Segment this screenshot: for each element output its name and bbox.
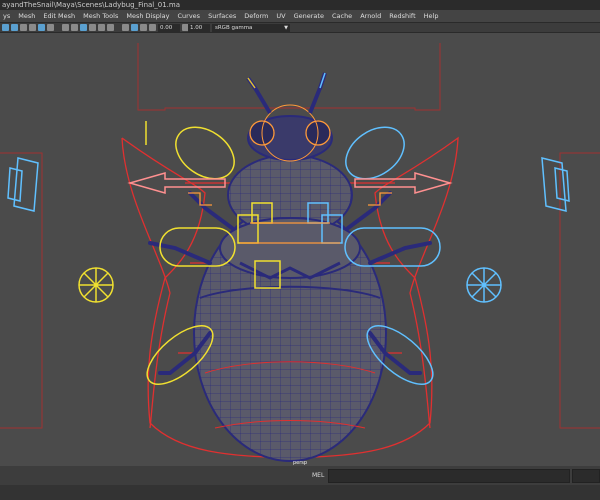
chevron-down-icon: ▼ bbox=[284, 25, 288, 31]
menu-item-edit-mesh[interactable]: Edit Mesh bbox=[40, 10, 80, 22]
menu-item-cache[interactable]: Cache bbox=[329, 10, 357, 22]
exposure-field[interactable]: 0.00 bbox=[158, 24, 180, 32]
camera-attributes-icon[interactable] bbox=[11, 24, 18, 31]
film-gate-icon[interactable] bbox=[47, 24, 54, 31]
viewport-toolbar: 0.00 1.00 sRGB gamma ▼ bbox=[0, 22, 600, 33]
mel-command-input[interactable] bbox=[328, 469, 570, 483]
smooth-shade-icon[interactable] bbox=[71, 24, 78, 31]
menu-item-redshift[interactable]: Redshift bbox=[386, 10, 420, 22]
xray-icon[interactable] bbox=[122, 24, 129, 31]
wireframe-icon[interactable] bbox=[62, 24, 69, 31]
menu-item-mesh-tools[interactable]: Mesh Tools bbox=[80, 10, 123, 22]
viewport-scene bbox=[0, 43, 600, 462]
menu-item-uv[interactable]: UV bbox=[273, 10, 290, 22]
window-title: ayandTheSnail\Maya\Scenes\Ladybug_Final_… bbox=[0, 0, 600, 10]
grid-icon[interactable] bbox=[38, 24, 45, 31]
menu-item-mesh-display[interactable]: Mesh Display bbox=[123, 10, 174, 22]
bookmark-icon[interactable] bbox=[20, 24, 27, 31]
shadows-icon[interactable] bbox=[107, 24, 114, 31]
menu-item-help[interactable]: Help bbox=[421, 10, 444, 22]
menu-item-arnold[interactable]: Arnold bbox=[357, 10, 386, 22]
isolate-select-icon[interactable] bbox=[140, 24, 147, 31]
menu-item-mesh[interactable]: Mesh bbox=[15, 10, 40, 22]
menu-item-curves[interactable]: Curves bbox=[174, 10, 205, 22]
head-mesh bbox=[246, 72, 333, 162]
menu-item-rigging[interactable]: ys bbox=[0, 10, 15, 22]
xray-joints-icon[interactable] bbox=[131, 24, 138, 31]
wireframe-on-shaded-icon[interactable] bbox=[80, 24, 87, 31]
image-plane-icon[interactable] bbox=[29, 24, 36, 31]
menu-item-surfaces[interactable]: Surfaces bbox=[205, 10, 241, 22]
select-camera-icon[interactable] bbox=[2, 24, 9, 31]
gamma-field[interactable]: 1.00 bbox=[188, 24, 210, 32]
mel-label: MEL bbox=[312, 472, 325, 479]
menu-bar: ys Mesh Edit Mesh Mesh Tools Mesh Displa… bbox=[0, 10, 600, 22]
colorspace-value: sRGB gamma bbox=[215, 25, 253, 31]
menu-item-deform[interactable]: Deform bbox=[241, 10, 273, 22]
perspective-viewport[interactable]: persp bbox=[0, 33, 600, 466]
exposure-icon[interactable] bbox=[149, 24, 156, 31]
colorspace-dropdown[interactable]: sRGB gamma ▼ bbox=[212, 24, 290, 32]
script-editor-button[interactable] bbox=[572, 469, 600, 483]
textured-icon[interactable] bbox=[89, 24, 96, 31]
lights-icon[interactable] bbox=[98, 24, 105, 31]
help-line bbox=[0, 485, 600, 500]
menu-item-generate[interactable]: Generate bbox=[291, 10, 329, 22]
